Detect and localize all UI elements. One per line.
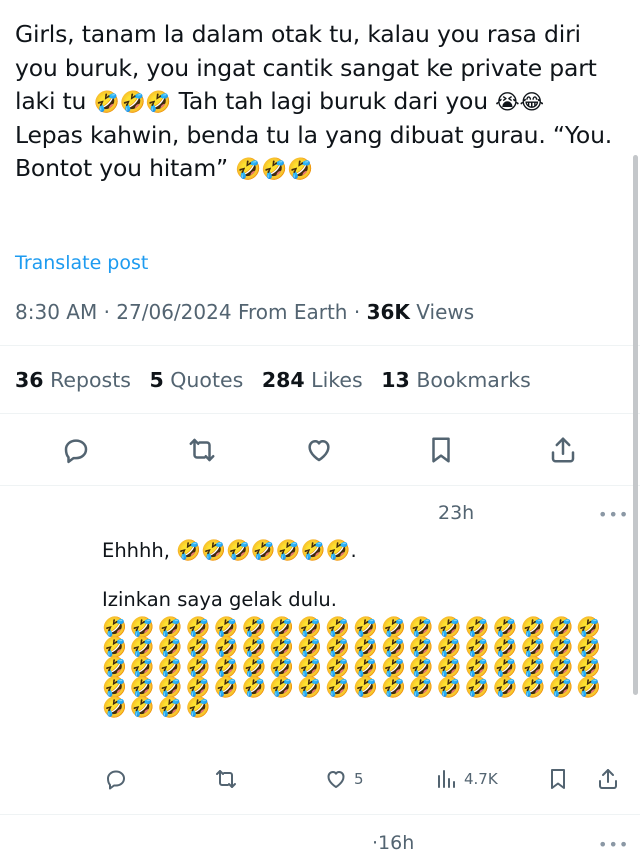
- reply-bookmark-button[interactable]: [546, 764, 570, 794]
- bookmark-button[interactable]: [423, 432, 459, 468]
- likes-stat[interactable]: 284 Likes: [262, 368, 363, 392]
- share-button[interactable]: [545, 432, 581, 468]
- like-button[interactable]: [301, 432, 337, 468]
- emoji: 🤣🤣🤣: [235, 157, 314, 181]
- post-date[interactable]: 27/06/2024: [116, 300, 231, 324]
- share-icon: [599, 769, 617, 789]
- scrollbar[interactable]: [633, 155, 638, 695]
- reply-action-bar: 5 4.7K: [0, 764, 640, 796]
- reply-line-1: Ehhhh, 🤣🤣🤣🤣🤣🤣🤣.: [102, 538, 357, 562]
- post-text-segment: Lepas kahwin, benda tu la yang dibuat gu…: [15, 120, 613, 183]
- reply-views-button[interactable]: 4.7K: [434, 764, 498, 794]
- views-label: Views: [416, 300, 475, 324]
- reply-line-2: Izinkan saya gelak dulu. 🤣🤣🤣🤣🤣🤣🤣🤣🤣🤣🤣🤣🤣🤣🤣…: [102, 582, 622, 725]
- reply-time[interactable]: 23h: [438, 502, 474, 524]
- reply-repost-button[interactable]: [214, 764, 238, 794]
- repost-icon: [189, 438, 215, 462]
- quotes-stat[interactable]: 5 Quotes: [149, 368, 243, 392]
- post-text-segment: Tah tah lagi buruk dari you: [171, 87, 496, 115]
- laughing-emoji: 🤣🤣🤣🤣🤣🤣🤣: [176, 538, 351, 562]
- views-count: 36K: [366, 300, 410, 324]
- post-text: Girls, tanam la dalam otak tu, kalau you…: [15, 18, 615, 186]
- post-time[interactable]: 8:30 AM: [15, 300, 97, 324]
- like-icon: [308, 440, 330, 462]
- post-action-bar: [0, 432, 640, 472]
- share-icon: [551, 437, 575, 463]
- repost-icon: [216, 770, 236, 788]
- reply-share-button[interactable]: [596, 764, 620, 794]
- views-icon: [438, 770, 455, 788]
- divider: [0, 345, 640, 346]
- reply-views-count: 4.7K: [464, 770, 498, 788]
- divider: [0, 413, 640, 414]
- emoji: 😭😂: [495, 90, 544, 114]
- reply-more-icon[interactable]: •••: [598, 505, 629, 524]
- reply-like-button[interactable]: 5: [324, 764, 364, 794]
- repost-button[interactable]: [184, 432, 220, 468]
- like-icon: [327, 771, 345, 788]
- divider: [0, 814, 640, 815]
- divider: [0, 485, 640, 486]
- post-stats: 36 Reposts 5 Quotes 284 Likes 13 Bookmar…: [15, 368, 543, 392]
- reply-button[interactable]: [58, 432, 94, 468]
- bookmark-icon: [432, 437, 450, 463]
- translate-post-link[interactable]: Translate post: [15, 252, 148, 274]
- post-meta: 8:30 AM · 27/06/2024 From Earth · 36K Vi…: [15, 300, 475, 324]
- laughing-emoji: 🤣🤣🤣🤣🤣🤣🤣🤣🤣🤣🤣🤣🤣🤣🤣🤣🤣🤣🤣🤣🤣🤣🤣🤣🤣🤣🤣🤣🤣🤣🤣🤣🤣🤣🤣🤣🤣🤣🤣🤣…: [102, 615, 605, 719]
- bookmarks-stat[interactable]: 13 Bookmarks: [381, 368, 531, 392]
- reply-text: Ehhhh, 🤣🤣🤣🤣🤣🤣🤣. Izinkan saya gelak dulu.…: [102, 533, 622, 725]
- post-source: From Earth: [237, 300, 348, 324]
- bookmark-icon: [551, 769, 565, 789]
- reply-like-count: 5: [354, 770, 364, 788]
- emoji: 🤣🤣🤣: [93, 90, 172, 114]
- next-reply-more-icon[interactable]: •••: [598, 835, 629, 854]
- reply-reply-button[interactable]: [104, 764, 128, 794]
- reply-icon: [107, 770, 125, 790]
- reposts-stat[interactable]: 36 Reposts: [15, 368, 131, 392]
- reply-icon: [64, 439, 88, 464]
- next-reply-time[interactable]: ·16h: [372, 832, 414, 854]
